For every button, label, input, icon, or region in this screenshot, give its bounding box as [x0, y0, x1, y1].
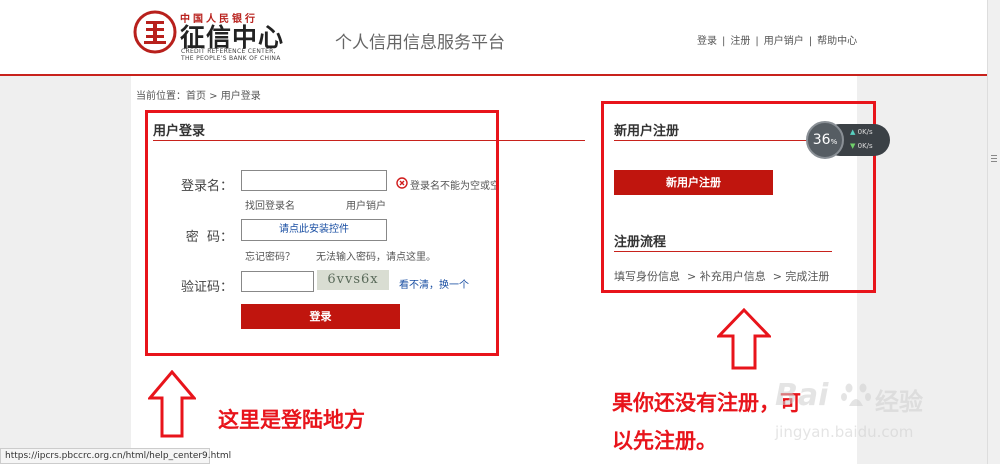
logo-english-line2: THE PEOPLE'S BANK OF CHINA: [181, 55, 281, 62]
logo-english-line1: CREDIT REFERENCE CENTER,: [181, 48, 276, 55]
up-arrow-icon: [717, 308, 771, 370]
top-navigation: 登录 | 注册 | 用户销户 | 帮助中心: [697, 32, 857, 47]
nav-separator: |: [808, 36, 813, 47]
speed-percent-badge: 36%: [806, 121, 844, 159]
speed-percent-unit: %: [830, 138, 838, 146]
login-annotation-box: [145, 110, 499, 356]
download-speed-unit: K/s: [862, 142, 873, 150]
download-speed: ▼ 0K/s: [850, 142, 873, 150]
nav-help-center-link[interactable]: 帮助中心: [817, 36, 857, 47]
speed-percent-value: 36: [812, 132, 831, 148]
baidu-watermark: Bai 经验 jingyan.baidu.com: [755, 378, 975, 458]
paw-icon: [841, 383, 871, 406]
up-arrow-icon: [148, 370, 196, 438]
register-annotation-text-line2: 以先注册。: [612, 429, 717, 453]
platform-title: 个人信用信息服务平台: [335, 33, 505, 53]
vertical-scrollbar[interactable]: [987, 0, 1000, 464]
breadcrumb: 当前位置：首页 > 用户登录: [136, 91, 261, 102]
scrollbar-grip[interactable]: [991, 155, 997, 163]
nav-login-link[interactable]: 登录: [697, 36, 717, 47]
upload-speed-unit: K/s: [862, 128, 873, 136]
nav-separator: |: [755, 36, 759, 47]
watermark-brand: Bai: [775, 378, 829, 413]
network-speed-widget[interactable]: 36% ▲ 0K/s ▼ 0K/s: [806, 121, 892, 159]
watermark-url: jingyan.baidu.com: [775, 423, 914, 441]
nav-register-link[interactable]: 注册: [730, 36, 750, 47]
credit-center-seal-icon[interactable]: [133, 10, 177, 54]
status-bar-url: https://ipcrs.pbccrc.org.cn/html/help_ce…: [0, 448, 231, 464]
watermark-brand-cn: 经验: [875, 388, 923, 416]
upload-speed: ▲ 0K/s: [850, 128, 873, 136]
nav-cancel-account-link[interactable]: 用户销户: [764, 36, 804, 47]
nav-separator: |: [722, 36, 726, 47]
login-annotation-text: 这里是登陆地方: [218, 408, 365, 432]
